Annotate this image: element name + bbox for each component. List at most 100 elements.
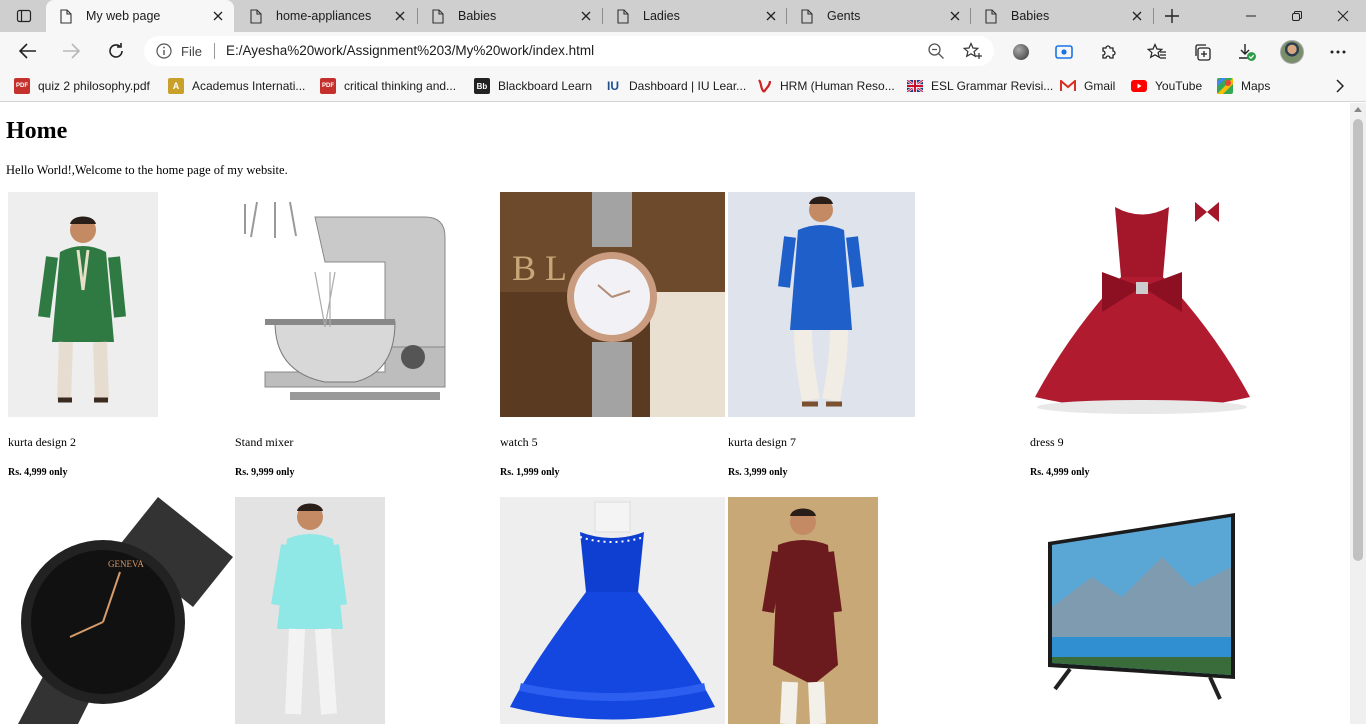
bookmark-iu-dashboard[interactable]: IU Dashboard | IU Lear...	[605, 76, 746, 96]
ladies-watch-photo[interactable]: B L	[500, 192, 725, 417]
collections-icon	[1195, 44, 1211, 61]
close-tab-icon[interactable]	[945, 6, 965, 26]
forward-arrow-icon	[63, 43, 80, 59]
tab-actions-button[interactable]	[8, 4, 40, 28]
restore-button[interactable]	[1274, 0, 1320, 32]
product-price: Rs. 4,999 only	[1030, 467, 1090, 478]
bookmark-gmail[interactable]: Gmail	[1060, 76, 1115, 96]
bookmark-label: Academus Internati...	[192, 79, 306, 93]
back-button[interactable]	[14, 37, 42, 65]
product-name: kurta design 7	[728, 435, 796, 449]
product-name: kurta design 2	[8, 435, 76, 449]
chevron-right-icon	[1336, 79, 1344, 93]
vertical-scrollbar[interactable]	[1350, 103, 1366, 724]
add-favorite-icon[interactable]	[963, 42, 983, 60]
more-dots-icon	[1330, 50, 1346, 54]
intro-text: Hello World!,Welcome to the home page of…	[6, 163, 288, 177]
info-icon[interactable]	[156, 43, 172, 59]
close-tab-icon[interactable]	[1127, 6, 1147, 26]
bookmark-esl-grammar[interactable]: ESL Grammar Revisi...	[907, 76, 1053, 96]
profile-avatar[interactable]	[1280, 40, 1304, 64]
bookmark-label: critical thinking and...	[344, 79, 457, 93]
bookmark-label: quiz 2 philosophy.pdf	[38, 79, 150, 93]
download-icon	[1239, 44, 1256, 61]
tab-title: Babies	[1011, 9, 1050, 23]
blue-dress-photo[interactable]	[500, 497, 725, 724]
more-bookmarks-button[interactable]	[1330, 76, 1350, 96]
tab-title: home-appliances	[276, 9, 372, 23]
bookmark-label: Maps	[1241, 79, 1271, 93]
academus-icon: A	[168, 78, 184, 94]
pdf-icon: PDF	[14, 78, 30, 94]
tab-my-web-page[interactable]: My web page	[46, 0, 234, 32]
bookmark-maps[interactable]: Maps	[1217, 76, 1270, 96]
green-kurta-photo[interactable]	[8, 192, 158, 417]
close-tab-icon[interactable]	[576, 6, 596, 26]
collections-button[interactable]	[1191, 41, 1213, 63]
close-icon	[1337, 10, 1349, 22]
extension-button[interactable]	[1010, 41, 1032, 63]
svg-text:GENEVA: GENEVA	[108, 559, 144, 569]
page-icon	[430, 8, 446, 24]
scroll-up-arrow-icon[interactable]	[1354, 107, 1362, 112]
tab-gents[interactable]: Gents	[787, 0, 971, 32]
aqua-kurta-photo[interactable]	[235, 497, 385, 724]
bookmark-hrm[interactable]: HRM (Human Reso...	[756, 76, 895, 96]
plus-icon	[1165, 9, 1179, 23]
product-name: watch 5	[500, 435, 538, 449]
product-price: Rs. 9,999 only	[235, 467, 295, 478]
settings-menu-button[interactable]	[1327, 41, 1349, 63]
led-tv-photo[interactable]	[1030, 497, 1255, 724]
favorites-button[interactable]	[1146, 41, 1168, 63]
page-icon	[615, 8, 631, 24]
stand-mixer-photo[interactable]	[235, 192, 460, 417]
tab-separator	[1153, 8, 1154, 24]
extensions-button[interactable]	[1098, 41, 1120, 63]
close-tab-icon[interactable]	[761, 6, 781, 26]
minimize-button[interactable]	[1228, 0, 1274, 32]
bookmark-blackboard-learn[interactable]: Bb Blackboard Learn	[474, 76, 592, 96]
close-window-button[interactable]	[1320, 0, 1366, 32]
maps-icon	[1217, 78, 1233, 94]
uk-flag-icon	[907, 78, 923, 94]
toolbar: File E:/Ayesha%20work/Assignment%203/My%…	[0, 32, 1366, 70]
bookmark-label: ESL Grammar Revisi...	[931, 79, 1054, 93]
tab-babies-2[interactable]: Babies	[971, 0, 1153, 32]
url-text[interactable]: E:/Ayesha%20work/Assignment%203/My%20wor…	[226, 43, 594, 58]
tab-home-appliances[interactable]: home-appliances	[236, 0, 416, 32]
bookmark-academus[interactable]: A Academus Internati...	[168, 76, 305, 96]
minimize-icon	[1246, 15, 1256, 17]
bookmark-label: Gmail	[1084, 79, 1116, 93]
page-heading: Home	[6, 118, 68, 144]
blue-kurta-photo[interactable]	[728, 192, 915, 417]
screen-capture-icon	[1055, 45, 1073, 59]
product-price: Rs. 4,999 only	[8, 467, 68, 478]
extension-button[interactable]	[1053, 41, 1075, 63]
bookmarks-bar: PDF quiz 2 philosophy.pdf A Academus Int…	[0, 70, 1366, 102]
bookmark-youtube[interactable]: YouTube	[1131, 76, 1202, 96]
address-bar[interactable]: File E:/Ayesha%20work/Assignment%203/My%…	[144, 36, 994, 66]
close-tab-icon[interactable]	[208, 6, 228, 26]
refresh-button[interactable]	[102, 37, 130, 65]
web-page: Home Hello World!,Welcome to the home pa…	[0, 103, 1350, 724]
close-tab-icon[interactable]	[390, 6, 410, 26]
page-icon	[248, 8, 264, 24]
zoom-out-icon[interactable]	[927, 42, 945, 60]
svg-text:B L: B L	[512, 248, 567, 288]
tab-babies[interactable]: Babies	[418, 0, 602, 32]
forward-button[interactable]	[57, 37, 85, 65]
tab-ladies[interactable]: Ladies	[603, 0, 787, 32]
maroon-kurta-photo[interactable]	[728, 497, 878, 724]
tab-title: Babies	[458, 9, 497, 23]
red-dress-photo[interactable]	[1030, 192, 1255, 417]
scrollbar-thumb[interactable]	[1353, 119, 1363, 561]
black-watch-photo[interactable]: GENEVA	[8, 497, 233, 724]
product-price: Rs. 1,999 only	[500, 467, 560, 478]
product-name: dress 9	[1030, 435, 1064, 449]
bookmark-critical-thinking[interactable]: PDF critical thinking and...	[320, 76, 456, 96]
pdf-icon: PDF	[320, 78, 336, 94]
downloads-button[interactable]	[1236, 41, 1258, 63]
bookmark-quiz-2-philosophy[interactable]: PDF quiz 2 philosophy.pdf	[14, 76, 150, 96]
new-tab-button[interactable]	[1160, 5, 1184, 27]
iu-icon: IU	[607, 79, 619, 93]
